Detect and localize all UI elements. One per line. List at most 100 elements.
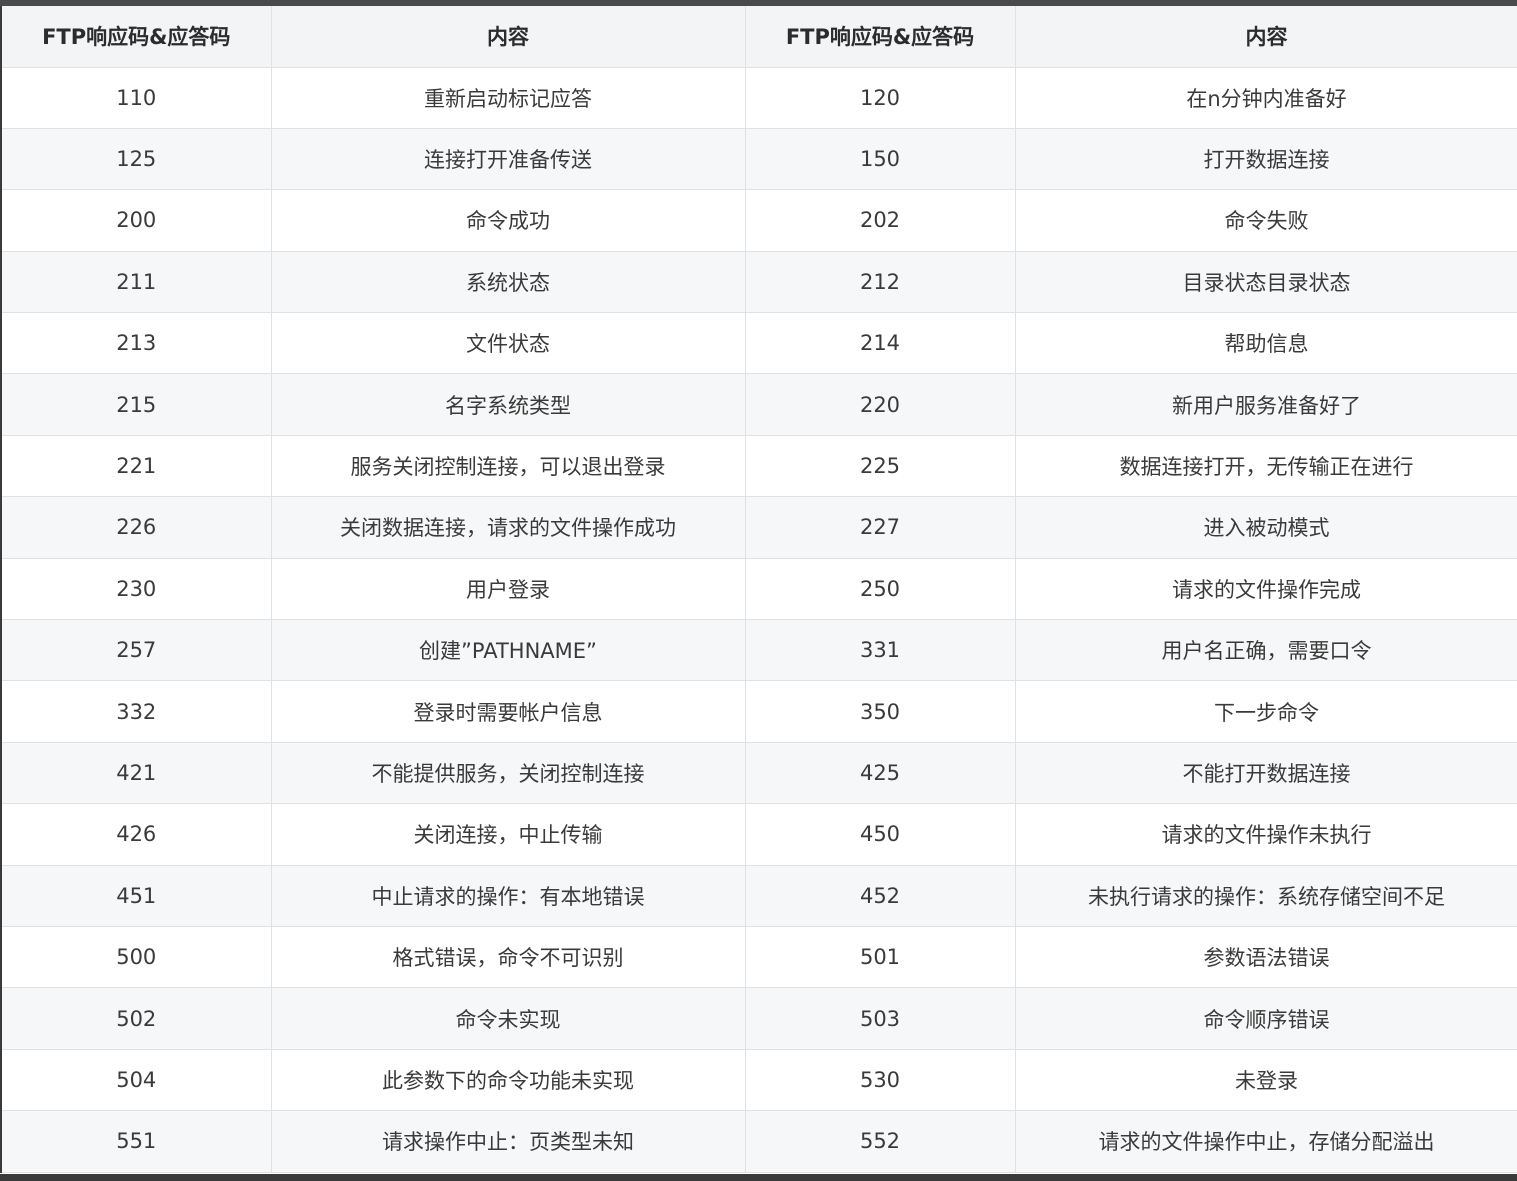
code-cell-right: 120 bbox=[745, 67, 1016, 129]
ftp-codes-table-container: FTP响应码&应答码 内容 FTP响应码&应答码 内容 110 重新启动标记应答 1… bbox=[0, 6, 1517, 1174]
bottom-window-strip bbox=[0, 1174, 1517, 1181]
content-cell-left: 文件状态 bbox=[271, 312, 746, 375]
header-content-left: 内容 bbox=[271, 6, 746, 68]
content-cell-right: 请求的文件操作未执行 bbox=[1015, 803, 1517, 866]
content-cell-right: 在n分钟内准备好 bbox=[1015, 67, 1517, 129]
code-cell-right: 250 bbox=[745, 558, 1016, 621]
table-row: 332 登录时需要帐户信息 350 下一步命令 bbox=[0, 680, 1517, 743]
code-cell-right: 425 bbox=[745, 742, 1016, 805]
content-cell-right: 命令失败 bbox=[1015, 189, 1517, 252]
content-cell-right: 不能打开数据连接 bbox=[1015, 742, 1517, 805]
content-cell-left: 此参数下的命令功能未实现 bbox=[271, 1049, 746, 1112]
table-row: 257 创建”PATHNAME” 331 用户名正确，需要口令 bbox=[0, 619, 1517, 682]
code-cell-left: 500 bbox=[0, 926, 272, 989]
code-cell-left: 426 bbox=[0, 803, 272, 866]
table-row: 211 系统状态 212 目录状态目录状态 bbox=[0, 251, 1517, 314]
code-cell-left: 257 bbox=[0, 619, 272, 682]
table-row: 221 服务关闭控制连接，可以退出登录 225 数据连接打开，无传输正在进行 bbox=[0, 435, 1517, 498]
header-row: FTP响应码&应答码 内容 FTP响应码&应答码 内容 bbox=[0, 6, 1517, 68]
table-row: 451 中止请求的操作：有本地错误 452 未执行请求的操作：系统存储空间不足 bbox=[0, 865, 1517, 927]
code-cell-right: 350 bbox=[745, 680, 1016, 743]
content-cell-right: 打开数据连接 bbox=[1015, 128, 1517, 191]
table-row: 502 命令未实现 503 命令顺序错误 bbox=[0, 987, 1517, 1050]
code-cell-left: 200 bbox=[0, 189, 272, 252]
code-cell-left: 221 bbox=[0, 435, 272, 498]
code-cell-left: 125 bbox=[0, 128, 272, 191]
code-cell-left: 226 bbox=[0, 496, 272, 559]
code-cell-left: 332 bbox=[0, 680, 272, 743]
code-cell-left: 421 bbox=[0, 742, 272, 805]
table-row: 226 关闭数据连接，请求的文件操作成功 227 进入被动模式 bbox=[0, 496, 1517, 559]
code-cell-right: 212 bbox=[745, 251, 1016, 314]
code-cell-right: 220 bbox=[745, 373, 1016, 436]
content-cell-right: 参数语法错误 bbox=[1015, 926, 1517, 989]
code-cell-right: 501 bbox=[745, 926, 1016, 989]
header-code-right: FTP响应码&应答码 bbox=[745, 6, 1016, 68]
table-row: 504 此参数下的命令功能未实现 530 未登录 bbox=[0, 1049, 1517, 1112]
content-cell-left: 命令未实现 bbox=[271, 987, 746, 1050]
code-cell-left: 451 bbox=[0, 865, 272, 927]
code-cell-right: 452 bbox=[745, 865, 1016, 927]
content-cell-left: 创建”PATHNAME” bbox=[271, 619, 746, 682]
code-cell-right: 150 bbox=[745, 128, 1016, 191]
table-row: 230 用户登录 250 请求的文件操作完成 bbox=[0, 558, 1517, 621]
content-cell-right: 数据连接打开，无传输正在进行 bbox=[1015, 435, 1517, 498]
code-cell-right: 227 bbox=[745, 496, 1016, 559]
table-row: 215 名字系统类型 220 新用户服务准备好了 bbox=[0, 373, 1517, 436]
code-cell-left: 211 bbox=[0, 251, 272, 314]
header-content-right: 内容 bbox=[1015, 6, 1517, 68]
content-cell-right: 用户名正确，需要口令 bbox=[1015, 619, 1517, 682]
content-cell-right: 命令顺序错误 bbox=[1015, 987, 1517, 1050]
content-cell-right: 未登录 bbox=[1015, 1049, 1517, 1112]
content-cell-left: 连接打开准备传送 bbox=[271, 128, 746, 191]
content-cell-left: 名字系统类型 bbox=[271, 373, 746, 436]
code-cell-right: 202 bbox=[745, 189, 1016, 252]
content-cell-left: 不能提供服务，关闭控制连接 bbox=[271, 742, 746, 805]
content-cell-left: 命令成功 bbox=[271, 189, 746, 252]
table-row: 500 格式错误，命令不可识别 501 参数语法错误 bbox=[0, 926, 1517, 989]
code-cell-right: 225 bbox=[745, 435, 1016, 498]
code-cell-left: 502 bbox=[0, 987, 272, 1050]
content-cell-left: 用户登录 bbox=[271, 558, 746, 621]
table-row: 213 文件状态 214 帮助信息 bbox=[0, 312, 1517, 375]
content-cell-right: 新用户服务准备好了 bbox=[1015, 373, 1517, 436]
code-cell-left: 110 bbox=[0, 67, 272, 129]
ftp-response-codes-table: FTP响应码&应答码 内容 FTP响应码&应答码 内容 110 重新启动标记应答 1… bbox=[0, 6, 1517, 1173]
content-cell-right: 帮助信息 bbox=[1015, 312, 1517, 375]
content-cell-right: 请求的文件操作完成 bbox=[1015, 558, 1517, 621]
code-cell-left: 213 bbox=[0, 312, 272, 375]
table-row: 551 请求操作中止：页类型未知 552 请求的文件操作中止，存储分配溢出 bbox=[0, 1110, 1517, 1173]
table-row: 426 关闭连接，中止传输 450 请求的文件操作未执行 bbox=[0, 803, 1517, 866]
code-cell-left: 551 bbox=[0, 1110, 272, 1173]
table-header: FTP响应码&应答码 内容 FTP响应码&应答码 内容 bbox=[0, 6, 1517, 68]
code-cell-left: 230 bbox=[0, 558, 272, 621]
content-cell-right: 未执行请求的操作：系统存储空间不足 bbox=[1015, 865, 1517, 927]
content-cell-right: 下一步命令 bbox=[1015, 680, 1517, 743]
table-row: 110 重新启动标记应答 120 在n分钟内准备好 bbox=[0, 67, 1517, 129]
code-cell-right: 503 bbox=[745, 987, 1016, 1050]
code-cell-left: 215 bbox=[0, 373, 272, 436]
table-body: 110 重新启动标记应答 120 在n分钟内准备好 125 连接打开准备传送 150 打开数据… bbox=[0, 67, 1517, 1173]
code-cell-right: 331 bbox=[745, 619, 1016, 682]
content-cell-left: 请求操作中止：页类型未知 bbox=[271, 1110, 746, 1173]
content-cell-left: 服务关闭控制连接，可以退出登录 bbox=[271, 435, 746, 498]
content-cell-right: 请求的文件操作中止，存储分配溢出 bbox=[1015, 1110, 1517, 1173]
code-cell-right: 530 bbox=[745, 1049, 1016, 1112]
code-cell-right: 552 bbox=[745, 1110, 1016, 1173]
content-cell-left: 格式错误，命令不可识别 bbox=[271, 926, 746, 989]
content-cell-left: 登录时需要帐户信息 bbox=[271, 680, 746, 743]
table-row: 125 连接打开准备传送 150 打开数据连接 bbox=[0, 128, 1517, 191]
content-cell-right: 进入被动模式 bbox=[1015, 496, 1517, 559]
content-cell-right: 目录状态目录状态 bbox=[1015, 251, 1517, 314]
content-cell-left: 中止请求的操作：有本地错误 bbox=[271, 865, 746, 927]
table-row: 200 命令成功 202 命令失败 bbox=[0, 189, 1517, 252]
header-code-left: FTP响应码&应答码 bbox=[0, 6, 272, 68]
table-row: 421 不能提供服务，关闭控制连接 425 不能打开数据连接 bbox=[0, 742, 1517, 805]
content-cell-left: 系统状态 bbox=[271, 251, 746, 314]
code-cell-right: 450 bbox=[745, 803, 1016, 866]
content-cell-left: 重新启动标记应答 bbox=[271, 67, 746, 129]
content-cell-left: 关闭连接，中止传输 bbox=[271, 803, 746, 866]
code-cell-right: 214 bbox=[745, 312, 1016, 375]
content-cell-left: 关闭数据连接，请求的文件操作成功 bbox=[271, 496, 746, 559]
code-cell-left: 504 bbox=[0, 1049, 272, 1112]
